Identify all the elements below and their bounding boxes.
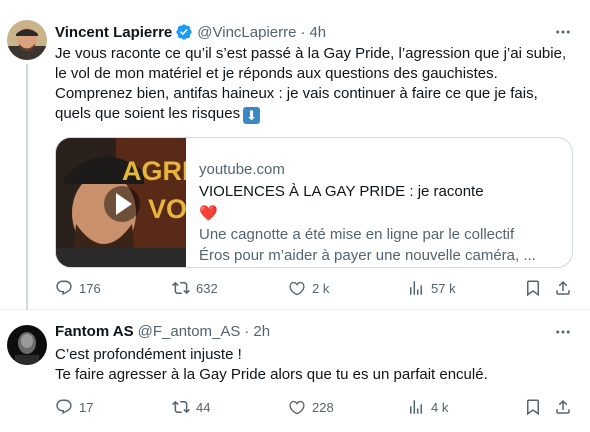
card-description: ❤️ Une cagnotte a été mise en ligne par … <box>199 203 559 266</box>
like-button[interactable]: 228 <box>288 397 334 417</box>
separator-dot: · <box>300 23 306 41</box>
avatar[interactable] <box>7 325 47 365</box>
thumbnail-text-bottom: VOI <box>148 194 186 224</box>
tweet-text: C’est profondément injuste ! Te faire ag… <box>55 345 580 385</box>
tweet-text: Je vous raconte ce qu’il s’est passé à l… <box>55 44 580 124</box>
link-card[interactable]: AGRE VOI youtube.com VIOLENCES À LA GAY … <box>55 137 573 268</box>
card-desc-line: Une cagnotte a été mise en ligne par le … <box>199 226 515 243</box>
video-thumbnail[interactable]: AGRE VOI <box>56 138 186 267</box>
reply-button[interactable]: 17 <box>55 397 93 417</box>
reply-count: 176 <box>79 280 101 296</box>
author-handle[interactable]: @VincLapierre <box>197 24 296 41</box>
heart-icon <box>289 281 305 296</box>
tweet-text-line-last: quels que soient les risques ⬇ <box>55 104 580 124</box>
tweet-fantom[interactable]: Fantom AS @F_antom_AS · 2h C’est profond… <box>0 311 590 432</box>
author-name[interactable]: Vincent Lapierre <box>55 24 172 41</box>
down-arrow-emoji-icon: ⬇ <box>243 107 261 124</box>
bookmark-icon <box>527 399 539 416</box>
more-options-icon[interactable] <box>554 323 572 341</box>
retweet-icon <box>172 400 190 414</box>
reply-button[interactable]: 176 <box>55 278 101 298</box>
reply-icon <box>56 399 72 415</box>
views-chart-icon <box>410 281 422 295</box>
like-button[interactable]: 2 k <box>288 278 329 298</box>
card-info[interactable]: youtube.com VIOLENCES À LA GAY PRIDE : j… <box>199 160 559 266</box>
views-count: 4 k <box>431 399 449 415</box>
reply-count: 17 <box>79 399 94 415</box>
heart-icon <box>289 400 305 415</box>
thread-line <box>26 64 28 310</box>
views-chart-icon <box>410 400 422 414</box>
retweet-count: 44 <box>196 399 211 415</box>
verified-badge-icon <box>175 23 193 41</box>
bookmark-button[interactable] <box>524 397 542 417</box>
retweet-button[interactable]: 44 <box>172 397 210 417</box>
retweet-icon <box>172 281 190 295</box>
timestamp[interactable]: 2h <box>253 323 270 340</box>
more-options-icon[interactable] <box>554 23 572 41</box>
tweet-text-line: quels que soient les risques <box>55 105 241 122</box>
tweet-header: Fantom AS @F_antom_AS · 2h <box>55 321 270 341</box>
retweet-button[interactable]: 632 <box>172 278 218 298</box>
views-button[interactable]: 4 k <box>407 397 448 417</box>
tweet-text-line: C’est profondément injuste ! <box>55 346 242 363</box>
separator-dot: · <box>244 322 250 340</box>
retweet-count: 632 <box>196 280 218 296</box>
bookmark-icon <box>527 280 539 297</box>
avatar[interactable] <box>7 20 47 60</box>
share-button[interactable] <box>554 397 572 417</box>
play-icon <box>104 186 140 222</box>
bookmark-button[interactable] <box>524 278 542 298</box>
heart-emoji-icon: ❤️ <box>199 205 218 222</box>
like-count: 2 k <box>312 280 330 296</box>
author-handle[interactable]: @F_antom_AS <box>138 323 241 340</box>
action-bar: 17 44 228 4 k <box>55 397 575 417</box>
tweet-header: Vincent Lapierre @VincLapierre · 4h <box>55 22 326 42</box>
tweet-text-line: Comprenez bien, antifas haineux : je vai… <box>55 85 538 102</box>
author-name[interactable]: Fantom AS <box>55 323 134 340</box>
timestamp[interactable]: 4h <box>309 24 326 41</box>
reply-icon <box>56 280 72 296</box>
card-domain: youtube.com <box>199 161 285 178</box>
share-button[interactable] <box>554 278 572 298</box>
tweet-text-line: le vol de mon matériel et je réponds aux… <box>55 65 498 82</box>
tweet-text-line: Je vous raconte ce qu’il s’est passé à l… <box>55 45 567 62</box>
share-icon <box>556 399 570 414</box>
views-button[interactable]: 57 k <box>407 278 456 298</box>
like-count: 228 <box>312 399 334 415</box>
card-title: VIOLENCES À LA GAY PRIDE : je raconte <box>199 183 484 200</box>
tweet-vincent[interactable]: Vincent Lapierre @VincLapierre · 4h Je v… <box>0 0 590 310</box>
card-desc-line: Éros pour m’aider à payer une nouvelle c… <box>199 247 536 264</box>
views-count: 57 k <box>431 280 456 296</box>
action-bar: 176 632 2 k 57 k <box>55 278 575 298</box>
tweet-text-line: Te faire agresser à la Gay Pride alors q… <box>55 366 488 383</box>
thumbnail-text-top: AGRE <box>122 156 186 186</box>
share-icon <box>556 280 570 295</box>
